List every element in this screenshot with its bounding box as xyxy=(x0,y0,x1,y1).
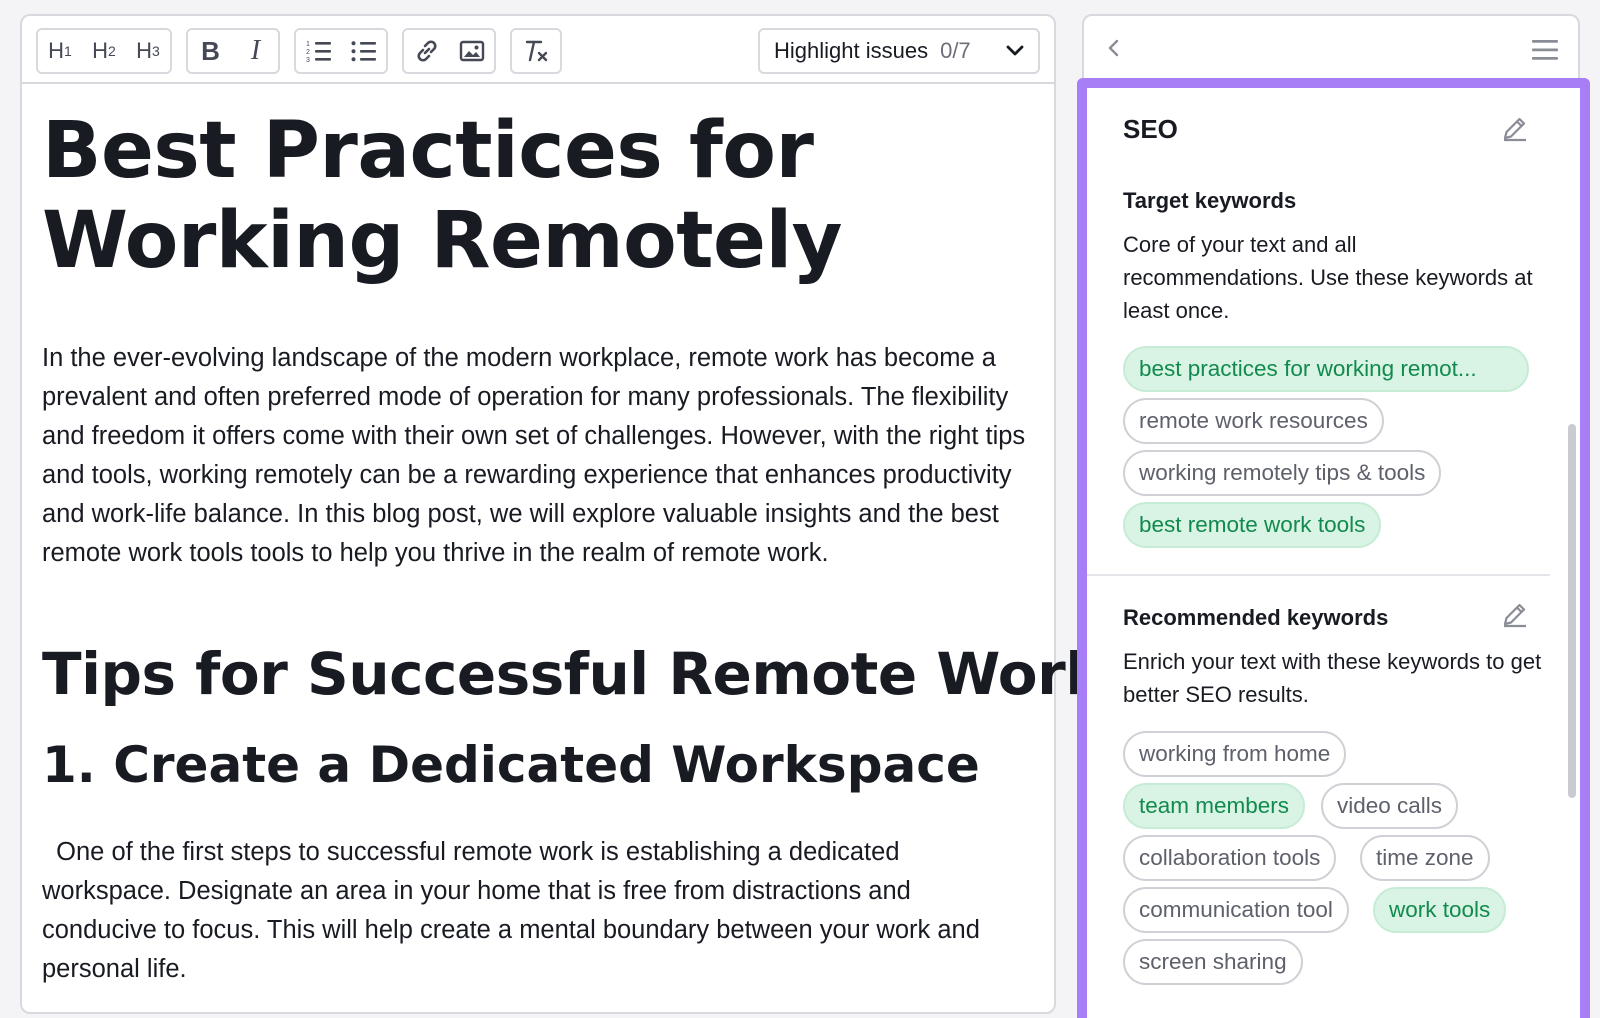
edit-recommended-button[interactable] xyxy=(1501,600,1529,633)
image-icon xyxy=(459,40,484,62)
clear-format-group xyxy=(510,28,562,74)
clear-formatting-button[interactable] xyxy=(518,33,554,69)
keyword-chip[interactable]: collaboration tools xyxy=(1123,835,1337,881)
heading-1-level: 1 xyxy=(64,43,72,59)
formatting-toolbar: H1 H2 H3 B I 123 Highlight issues 0/7 xyxy=(22,16,1054,84)
intro-paragraph[interactable]: In the ever-evolving landscape of the mo… xyxy=(42,339,1032,573)
keyword-chip[interactable]: best remote work tools xyxy=(1123,502,1382,548)
heading-2-label: H xyxy=(92,38,109,63)
keyword-chip[interactable]: communication tool xyxy=(1123,887,1349,933)
svg-text:3: 3 xyxy=(306,57,310,63)
heading-2-button[interactable]: H2 xyxy=(86,33,122,69)
keyword-chip[interactable]: work tools xyxy=(1373,887,1507,933)
pencil-icon xyxy=(1503,117,1526,142)
target-keywords-title: Target keywords xyxy=(1123,188,1297,213)
bold-button[interactable]: B xyxy=(193,33,229,69)
keyword-chip[interactable]: team members xyxy=(1123,783,1306,829)
ordered-list-button[interactable]: 123 xyxy=(301,33,337,69)
svg-text:2: 2 xyxy=(306,49,310,56)
insert-group xyxy=(402,28,496,74)
heading-2-level: 2 xyxy=(108,43,116,59)
keyword-chip[interactable]: best practices for working remot... xyxy=(1123,346,1529,392)
document-title[interactable]: Best Practices for Working Remotely xyxy=(42,106,1032,286)
highlight-issues-count: 0/7 xyxy=(940,38,971,63)
text-style-group: B I xyxy=(186,28,280,74)
link-button[interactable] xyxy=(409,33,445,69)
keyword-chip[interactable]: video calls xyxy=(1321,783,1459,829)
chevron-left-icon xyxy=(1108,39,1119,57)
heading-1-button[interactable]: H1 xyxy=(42,33,78,69)
keyword-chip[interactable]: remote work resources xyxy=(1123,398,1384,444)
section-heading[interactable]: Tips for Successful Remote Work xyxy=(42,639,1104,709)
chevron-down-icon xyxy=(1006,45,1024,56)
recommended-keywords-title: Recommended keywords xyxy=(1123,605,1389,630)
bullet-list-icon xyxy=(351,41,376,62)
italic-button[interactable]: I xyxy=(238,33,274,69)
keyword-chip[interactable]: working from home xyxy=(1123,731,1347,777)
edit-seo-button[interactable] xyxy=(1501,114,1529,147)
menu-button[interactable] xyxy=(1532,40,1558,65)
seo-title: SEO xyxy=(1123,114,1178,144)
section-divider xyxy=(1087,574,1550,576)
keyword-chip[interactable]: time zone xyxy=(1360,835,1490,881)
text-editor: H1 H2 H3 B I 123 Highlight issues 0/7 Be… xyxy=(20,14,1104,1014)
seo-panel-highlight-frame: SEO Target keywords Core of your text an… xyxy=(1077,78,1590,1018)
sidebar-header xyxy=(1084,16,1578,82)
recommended-keywords-description: Enrich your text with these keywords to … xyxy=(1123,649,1542,707)
body-paragraph[interactable]: One of the first steps to successful rem… xyxy=(42,833,1032,989)
heading-3-level: 3 xyxy=(152,43,160,59)
ordered-list-icon: 123 xyxy=(306,41,331,63)
seo-panel-scrollbar[interactable] xyxy=(1568,424,1576,798)
seo-panel: SEO Target keywords Core of your text an… xyxy=(1087,88,1580,1018)
pencil-icon xyxy=(1503,603,1526,628)
heading-3-button[interactable]: H3 xyxy=(130,33,166,69)
image-button[interactable] xyxy=(454,33,490,69)
hamburger-menu-icon xyxy=(1532,40,1558,60)
bullet-list-button[interactable] xyxy=(346,33,382,69)
link-icon xyxy=(416,40,437,62)
keyword-chip[interactable]: screen sharing xyxy=(1123,939,1303,985)
target-keywords-description: Core of your text and all recommendation… xyxy=(1123,232,1533,323)
subsection-heading[interactable]: 1. Create a Dedicated Workspace xyxy=(42,734,980,796)
svg-text:1: 1 xyxy=(306,41,310,48)
list-group: 123 xyxy=(294,28,388,74)
keyword-chip[interactable]: working remotely tips & tools xyxy=(1123,450,1442,496)
back-button[interactable] xyxy=(1106,38,1120,63)
highlight-issues-dropdown[interactable]: Highlight issues 0/7 xyxy=(758,28,1040,74)
clear-formatting-icon xyxy=(525,40,548,62)
highlight-issues-label: Highlight issues xyxy=(774,38,929,63)
heading-group: H1 H2 H3 xyxy=(36,28,172,74)
heading-3-label: H xyxy=(136,38,153,63)
heading-1-label: H xyxy=(48,38,65,63)
